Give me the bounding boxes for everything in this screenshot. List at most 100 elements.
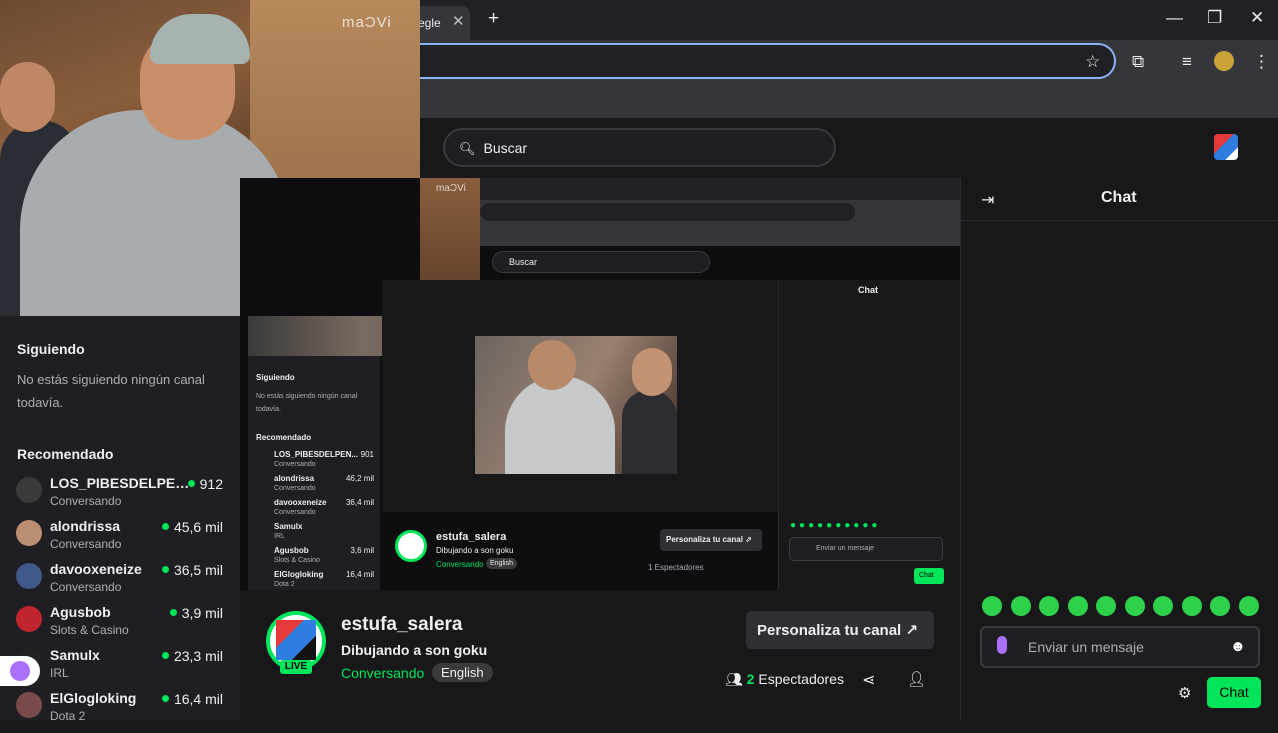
channel-name-title[interactable]: estufa_salera (341, 614, 462, 636)
nested-person-head (632, 348, 672, 396)
media-controls-icon[interactable]: ≡ (1182, 52, 1192, 72)
channel-item[interactable]: alondrissa Conversando 45,6 mil (16, 518, 230, 561)
send-chat-button[interactable]: Chat (1207, 677, 1261, 708)
nested-bookmarks-bar (480, 224, 960, 246)
live-dot-icon (161, 523, 169, 530)
channel-avatar (16, 520, 42, 546)
nested-person (622, 390, 677, 474)
emote-icon[interactable] (1124, 596, 1145, 616)
live-dot-icon (161, 695, 169, 702)
viewer-count-value: 45,6 mil (173, 519, 223, 535)
nested-channel-item: Samulx IRL (256, 522, 374, 546)
close-window-icon[interactable]: ✕ (1250, 8, 1264, 28)
nested-channel-name: Samulx (274, 522, 303, 531)
profile-avatar[interactable] (1214, 51, 1234, 71)
nested-channel-name: Agusbob (274, 546, 309, 555)
channel-category: Conversando (50, 494, 122, 508)
nested-channel-name: alondrissa (274, 474, 315, 483)
webcam-person-head (0, 62, 55, 132)
emote-icon[interactable] (1210, 596, 1230, 616)
customize-label: Personaliza tu canal (757, 622, 902, 639)
chat-message-input[interactable]: Enviar un mensaje (980, 626, 1260, 668)
emote-icon[interactable] (1067, 596, 1088, 616)
emoji-icon[interactable]: ☻ (1230, 638, 1246, 655)
spectator-number: 2 (746, 671, 755, 687)
search-input[interactable]: 🔍︎ Buscar (443, 128, 836, 167)
channel-category: Conversando (50, 537, 122, 551)
tab-close-icon[interactable]: ✕ (452, 12, 465, 30)
nested-following-heading: Siguiendo (256, 373, 295, 382)
channel-avatar (16, 477, 42, 503)
stream-title: Dibujando a son goku (341, 642, 488, 658)
viewer-count-value: 912 (199, 476, 223, 492)
people-icon: 👥︎ (725, 671, 743, 687)
nested-viewer-count: 46,2 mil (345, 474, 374, 483)
recommended-heading: Recomendado (17, 446, 114, 462)
spectator-label: Espectadores (758, 671, 844, 687)
channel-item[interactable]: LOS_PIBESDELPEN... Conversando 912 (16, 475, 230, 518)
emote-icon[interactable] (1010, 596, 1031, 616)
emote-icon[interactable] (982, 596, 1002, 616)
minimize-icon[interactable]: — (1166, 8, 1183, 28)
nested-channel-item: LOS_PIBESDELPEN... Conversando 901 (256, 450, 374, 474)
channel-category: IRL (50, 666, 69, 680)
nested-spectators: 1 Espectadores (648, 563, 704, 572)
extensions-icon[interactable]: ⧉ (1132, 52, 1144, 72)
emote-icon[interactable] (1238, 596, 1259, 616)
channel-item[interactable]: ElGlogloking Dota 2 16,4 mil (16, 690, 230, 733)
viewer-count-value: 36,5 mil (173, 562, 223, 578)
nested-channel-item: Agusbob Slots & Casino 3,6 mil (256, 546, 374, 570)
url-input[interactable] (380, 43, 1116, 79)
bookmark-star-icon[interactable]: ☆ (1085, 52, 1100, 72)
new-tab-button[interactable]: + (488, 8, 499, 30)
viewer-count: 45,6 mil (161, 519, 223, 535)
nested-search: Buscar (492, 251, 710, 273)
spectator-count: 👥︎ 2 Espectadores (725, 671, 844, 688)
viewer-count: 912 (187, 476, 223, 492)
emote-icon[interactable] (1153, 596, 1173, 616)
nested-channel-name: LOS_PIBESDELPEN... (274, 450, 359, 459)
webcam-watermark: maƆVi (342, 14, 392, 31)
user-avatar[interactable] (1214, 134, 1238, 160)
nested-stream-title: Dibujando a son goku (436, 546, 514, 555)
nested-language-tag: English (486, 558, 517, 569)
channel-item[interactable]: Agusbob Slots & Casino 3,9 mil (16, 604, 230, 647)
emote-icon[interactable] (1039, 596, 1059, 616)
emote-icon[interactable] (1096, 596, 1116, 616)
nested-customize-button: Personaliza tu canal ⇗ (660, 529, 762, 551)
stream-category-link[interactable]: Conversando (341, 665, 424, 681)
nested-person-head (528, 340, 576, 390)
gear-icon[interactable]: ⚙ (1178, 684, 1191, 702)
channel-avatar (16, 692, 42, 718)
nested-viewer-count: 3,6 mil (350, 546, 374, 555)
nested-channel-item: alondrissa Conversando 46,2 mil (256, 474, 374, 498)
nested-stream-category: Conversando (436, 560, 484, 569)
following-empty-text: No estás siguiendo ningún canal todavía. (17, 372, 205, 410)
channel-logo-image (276, 620, 316, 660)
search-placeholder: Buscar (483, 140, 528, 156)
channel-avatar (16, 563, 42, 589)
channel-item[interactable]: davooxeneize Conversando 36,5 mil (16, 561, 230, 604)
customize-channel-button[interactable]: Personaliza tu canal ↗ (746, 611, 934, 649)
microphone-icon[interactable] (997, 636, 1007, 654)
share-icon[interactable]: ⋖ (862, 670, 875, 690)
nested-channel-category: Conversando (274, 485, 316, 492)
emote-icon[interactable] (1181, 596, 1202, 616)
add-user-icon[interactable]: 👤︎ (907, 670, 926, 688)
viewer-count: 16,4 mil (161, 691, 223, 707)
nested-viewer-count: 901 (360, 450, 374, 459)
nested-search-placeholder: Buscar (509, 257, 538, 267)
nested-channel-name: ElGlogloking (274, 570, 324, 579)
collapse-chat-icon[interactable]: ⇥ (981, 190, 994, 210)
nested-channel-category: Dota 2 (274, 581, 295, 588)
maximize-icon[interactable]: ❐ (1207, 8, 1222, 28)
emote-row (982, 596, 1262, 620)
menu-dots-icon[interactable]: ⋮ (1253, 52, 1270, 72)
channel-item[interactable]: Samulx IRL 23,3 mil (16, 647, 230, 690)
nested-channel-item: davooxeneize Conversando 36,4 mil (256, 498, 374, 522)
nested-channel-item: ElGlogloking Dota 2 16,4 mil (256, 570, 374, 590)
brain-icon (10, 661, 30, 681)
viewer-count: 3,9 mil (169, 605, 223, 621)
language-tag[interactable]: English (432, 663, 493, 682)
live-dot-icon (169, 609, 177, 616)
